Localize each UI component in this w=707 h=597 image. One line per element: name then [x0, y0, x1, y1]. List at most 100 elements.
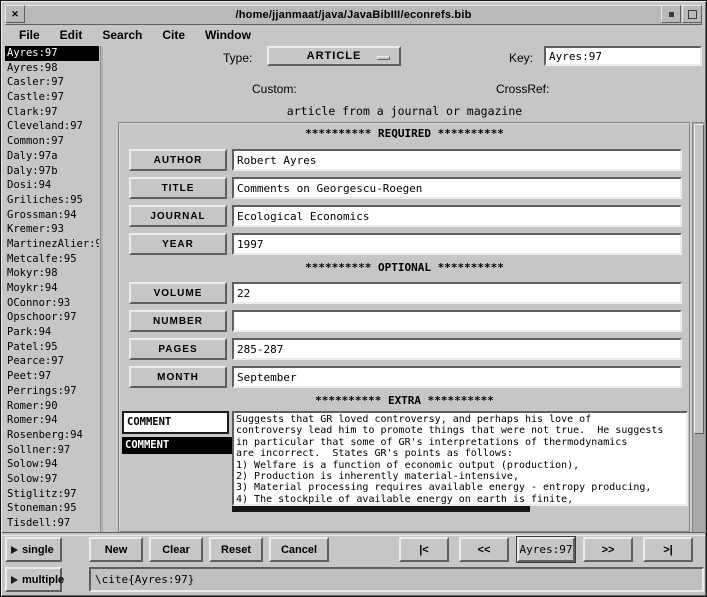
month-input[interactable]	[232, 366, 682, 388]
title-bar[interactable]: /home/jjanmaat/java/JavaBibIII/econrefs.…	[5, 5, 702, 25]
type-dropdown[interactable]: ARTICLE	[267, 46, 401, 66]
list-item[interactable]: Metcalfe:95	[5, 252, 99, 267]
reset-button[interactable]: Reset	[209, 537, 263, 562]
menu-bar: File Edit Search Cite Window	[5, 24, 702, 45]
custom-label: Custom:	[252, 82, 297, 96]
mode-single-button[interactable]: single	[5, 537, 62, 562]
crossref-label: CrossRef:	[496, 82, 549, 96]
title-input[interactable]	[232, 177, 682, 199]
iconify-button[interactable]	[661, 5, 681, 23]
list-item[interactable]: Clark:97	[5, 105, 99, 120]
volume-field-label: VOLUME	[129, 282, 227, 304]
pages-field-label: PAGES	[129, 338, 227, 360]
cite-command-field[interactable]: \cite{Ayres:97}	[89, 567, 704, 592]
menu-cite[interactable]: Cite	[154, 26, 193, 44]
window-menu-button[interactable]: ✕	[5, 5, 25, 23]
nav-last-button[interactable]: >|	[643, 537, 693, 562]
mode-multiple-label: multiple	[22, 574, 64, 586]
list-item[interactable]: Pearce:97	[5, 354, 99, 369]
arrow-right-icon	[11, 576, 18, 584]
list-item[interactable]: Tisdell:97	[5, 516, 99, 531]
list-item[interactable]: Casler:97	[5, 75, 99, 90]
form-vscrollbar[interactable]	[692, 122, 706, 533]
menu-edit[interactable]: Edit	[52, 26, 91, 44]
required-section-header: ********** REQUIRED **********	[118, 127, 691, 140]
list-item[interactable]: Grossman:94	[5, 208, 99, 223]
list-item[interactable]: Romer:90	[5, 399, 99, 414]
list-item[interactable]: Common:97	[5, 134, 99, 149]
list-item[interactable]: Perrings:97	[5, 384, 99, 399]
pane-divider[interactable]	[100, 46, 103, 533]
reference-list: Ayres:97 Ayres:98 Casler:97 Castle:97 Cl…	[5, 46, 99, 533]
type-value: ARTICLE	[307, 50, 362, 62]
clear-button[interactable]: Clear	[149, 537, 203, 562]
list-item[interactable]: Ayres:98	[5, 61, 99, 76]
nav-prev-button[interactable]: <<	[459, 537, 509, 562]
list-item[interactable]: MartinezAlier:9	[5, 237, 99, 252]
list-item[interactable]: Park:94	[5, 325, 99, 340]
list-item[interactable]: Mokyr:98	[5, 266, 99, 281]
number-input[interactable]	[232, 310, 682, 332]
mode-single-label: single	[22, 544, 54, 556]
list-item[interactable]: Castle:97	[5, 90, 99, 105]
title-field-label: TITLE	[129, 177, 227, 199]
author-input[interactable]	[232, 149, 682, 171]
type-label: Type:	[223, 51, 252, 65]
journal-input[interactable]	[232, 205, 682, 227]
window-title: /home/jjanmaat/java/JavaBibIII/econrefs.…	[235, 9, 471, 21]
list-item[interactable]: OConnor:93	[5, 296, 99, 311]
list-item[interactable]: Opschoor:97	[5, 310, 99, 325]
list-item[interactable]: Rosenberg:94	[5, 428, 99, 443]
nav-next-button[interactable]: >>	[583, 537, 633, 562]
app-window: /home/jjanmaat/java/JavaBibIII/econrefs.…	[0, 0, 707, 597]
menu-file[interactable]: File	[11, 26, 48, 44]
list-item[interactable]: Ayres:97	[5, 46, 99, 61]
list-item[interactable]: Sollner:97	[5, 443, 99, 458]
list-item[interactable]: Cleveland:97	[5, 119, 99, 134]
list-item[interactable]: Romer:94	[5, 413, 99, 428]
list-item[interactable]: Kremer:93	[5, 222, 99, 237]
list-item[interactable]: Patel:95	[5, 340, 99, 355]
comment-hscrollbar-thumb[interactable]	[232, 506, 530, 512]
list-item[interactable]: Stiglitz:97	[5, 487, 99, 502]
menu-search[interactable]: Search	[94, 26, 150, 44]
key-input[interactable]	[544, 46, 702, 66]
list-item[interactable]: Peet:97	[5, 369, 99, 384]
comment-textarea[interactable]: Suggests that GR loved controversy, and …	[232, 411, 688, 506]
year-field-label: YEAR	[129, 233, 227, 255]
list-item[interactable]: Solow:97	[5, 472, 99, 487]
iconify-icon	[669, 12, 674, 17]
dropdown-dash-icon	[377, 56, 390, 60]
footer-divider	[2, 532, 705, 536]
maximize-icon	[688, 10, 697, 19]
extra-field-option-comment[interactable]: COMMENT	[122, 437, 232, 454]
volume-input[interactable]	[232, 282, 682, 304]
list-item[interactable]: Moykr:94	[5, 281, 99, 296]
menu-window[interactable]: Window	[197, 26, 259, 44]
cancel-button[interactable]: Cancel	[269, 537, 329, 562]
extra-field-selector[interactable]: COMMENT	[122, 411, 229, 434]
list-item[interactable]: Stoneman:95	[5, 501, 99, 516]
list-item[interactable]: Daly:97b	[5, 164, 99, 179]
mode-multiple-button[interactable]: multiple	[5, 567, 62, 592]
nav-current-record-button[interactable]: Ayres:97	[517, 537, 575, 562]
pages-input[interactable]	[232, 338, 682, 360]
key-label: Key:	[509, 51, 533, 65]
window-menu-icon: ✕	[11, 10, 19, 19]
form-vscrollbar-thumb[interactable]	[694, 124, 704, 434]
list-item[interactable]: Griliches:95	[5, 193, 99, 208]
nav-first-button[interactable]: |<	[399, 537, 449, 562]
list-item[interactable]: Solow:94	[5, 457, 99, 472]
extra-section-header: ********** EXTRA **********	[118, 394, 691, 407]
number-field-label: NUMBER	[129, 310, 227, 332]
arrow-right-icon	[11, 546, 18, 554]
optional-section-header: ********** OPTIONAL **********	[118, 261, 691, 274]
new-button[interactable]: New	[89, 537, 143, 562]
maximize-button[interactable]	[682, 5, 702, 23]
list-item[interactable]: Dosi:94	[5, 178, 99, 193]
year-input[interactable]	[232, 233, 682, 255]
entry-type-description: article from a journal or magazine	[118, 104, 691, 118]
journal-field-label: JOURNAL	[129, 205, 227, 227]
list-item[interactable]: Daly:97a	[5, 149, 99, 164]
author-field-label: AUTHOR	[129, 149, 227, 171]
